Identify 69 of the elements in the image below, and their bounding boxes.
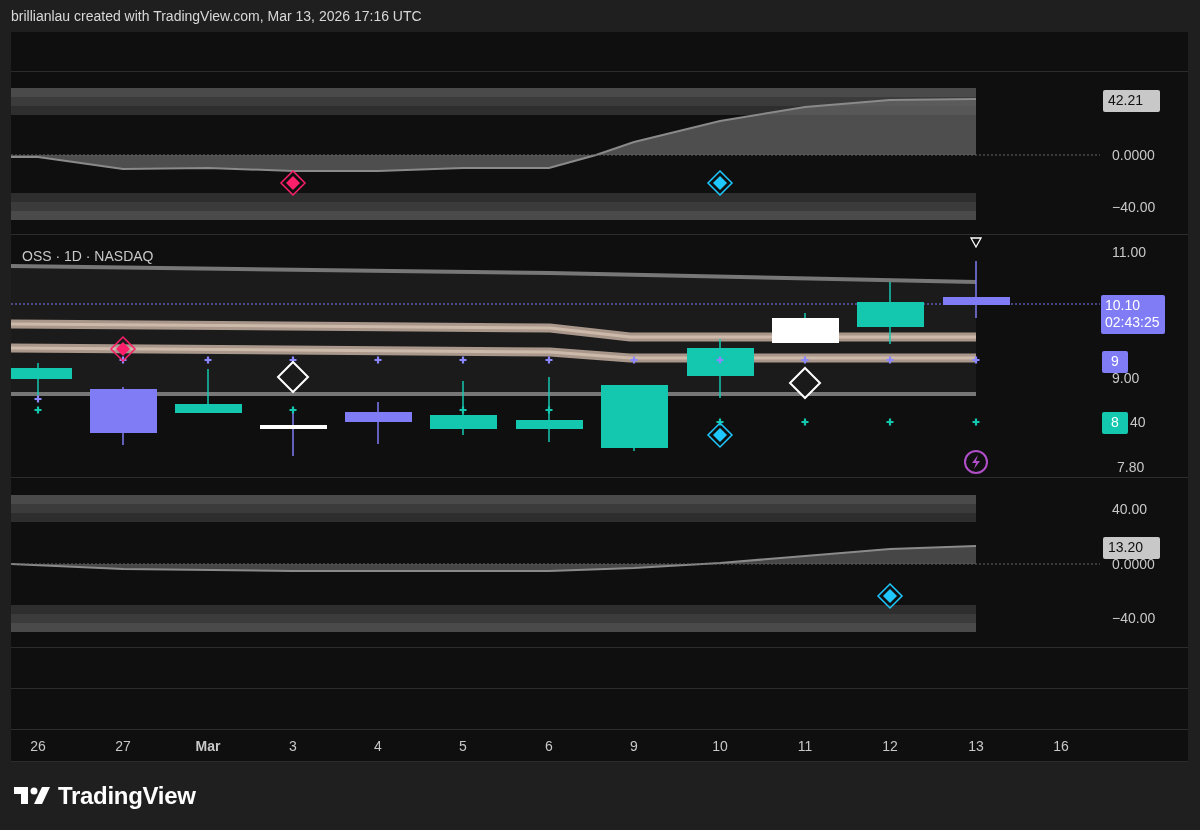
date-label: 6 — [545, 738, 553, 754]
cross-marker — [715, 355, 725, 365]
cross-marker — [373, 355, 383, 365]
candle — [772, 312, 839, 344]
lightning-icon — [964, 450, 988, 474]
cross-marker — [203, 355, 213, 365]
cross-marker — [800, 355, 810, 365]
cross-marker — [885, 417, 895, 427]
cross-marker — [458, 355, 468, 365]
date-label: 3 — [289, 738, 297, 754]
price-label: 40.00 — [1112, 501, 1148, 517]
triangle-marker — [969, 237, 983, 249]
price-badge: 42.21 — [1103, 90, 1160, 112]
price-label: −40.00 — [1112, 610, 1156, 626]
date-label: 13 — [968, 738, 984, 754]
date-label: 4 — [374, 738, 382, 754]
cross-marker — [715, 417, 725, 427]
chart-caption: brillianlau created with TradingView.com, Mar 13, 2026 17:16 UTC — [11, 8, 422, 24]
price-badge: 8 — [1102, 412, 1128, 434]
cross-marker — [971, 417, 981, 427]
candle — [943, 260, 1010, 319]
cross-marker — [458, 405, 468, 415]
date-label: 9 — [630, 738, 638, 754]
candle — [857, 281, 924, 345]
price-badge: 10.10 02:43:25 — [1101, 295, 1165, 334]
diamond-marker — [109, 335, 137, 363]
price-label: 0.0000 — [1112, 147, 1155, 163]
diamond-marker — [279, 169, 307, 197]
cross-marker — [33, 405, 43, 415]
candle — [175, 368, 242, 413]
candle — [687, 338, 754, 399]
diamond-marker — [788, 366, 822, 400]
cross-marker — [971, 355, 981, 365]
candle — [430, 380, 497, 436]
diamond-marker — [706, 169, 734, 197]
date-label: 26 — [30, 738, 46, 754]
date-label: 27 — [115, 738, 131, 754]
date-label: 5 — [459, 738, 467, 754]
candle — [601, 384, 668, 452]
candle — [516, 376, 583, 443]
cross-marker — [288, 405, 298, 415]
date-label: Mar — [195, 738, 221, 754]
diamond-marker — [706, 421, 734, 449]
cross-marker — [800, 417, 810, 427]
cross-marker — [885, 355, 895, 365]
candle — [345, 401, 412, 445]
price-badge: 9 — [1102, 351, 1128, 373]
cross-marker — [544, 405, 554, 415]
price-label: 7.80 — [1117, 459, 1145, 475]
cross-marker — [629, 355, 639, 365]
symbol-legend: OSS · 1D · NASDAQ — [22, 248, 154, 264]
logo-text: TradingView — [58, 782, 196, 810]
candle — [90, 386, 157, 446]
price-label: 40 — [1130, 414, 1146, 430]
logo-icon — [14, 787, 50, 805]
price-label: 0.0000 — [1112, 556, 1155, 572]
price-label: 9.00 — [1112, 370, 1140, 386]
cross-marker — [33, 394, 43, 404]
price-badge: 13.20 — [1103, 537, 1160, 559]
price-label: 11.00 — [1112, 244, 1146, 260]
date-label: 10 — [712, 738, 728, 754]
date-label: 16 — [1053, 738, 1069, 754]
date-label: 12 — [882, 738, 898, 754]
cross-marker — [544, 355, 554, 365]
diamond-marker — [276, 360, 310, 394]
price-label: −40.00 — [1112, 199, 1156, 215]
diamond-marker — [876, 582, 904, 610]
date-label: 11 — [797, 738, 813, 754]
candle — [11, 362, 72, 396]
